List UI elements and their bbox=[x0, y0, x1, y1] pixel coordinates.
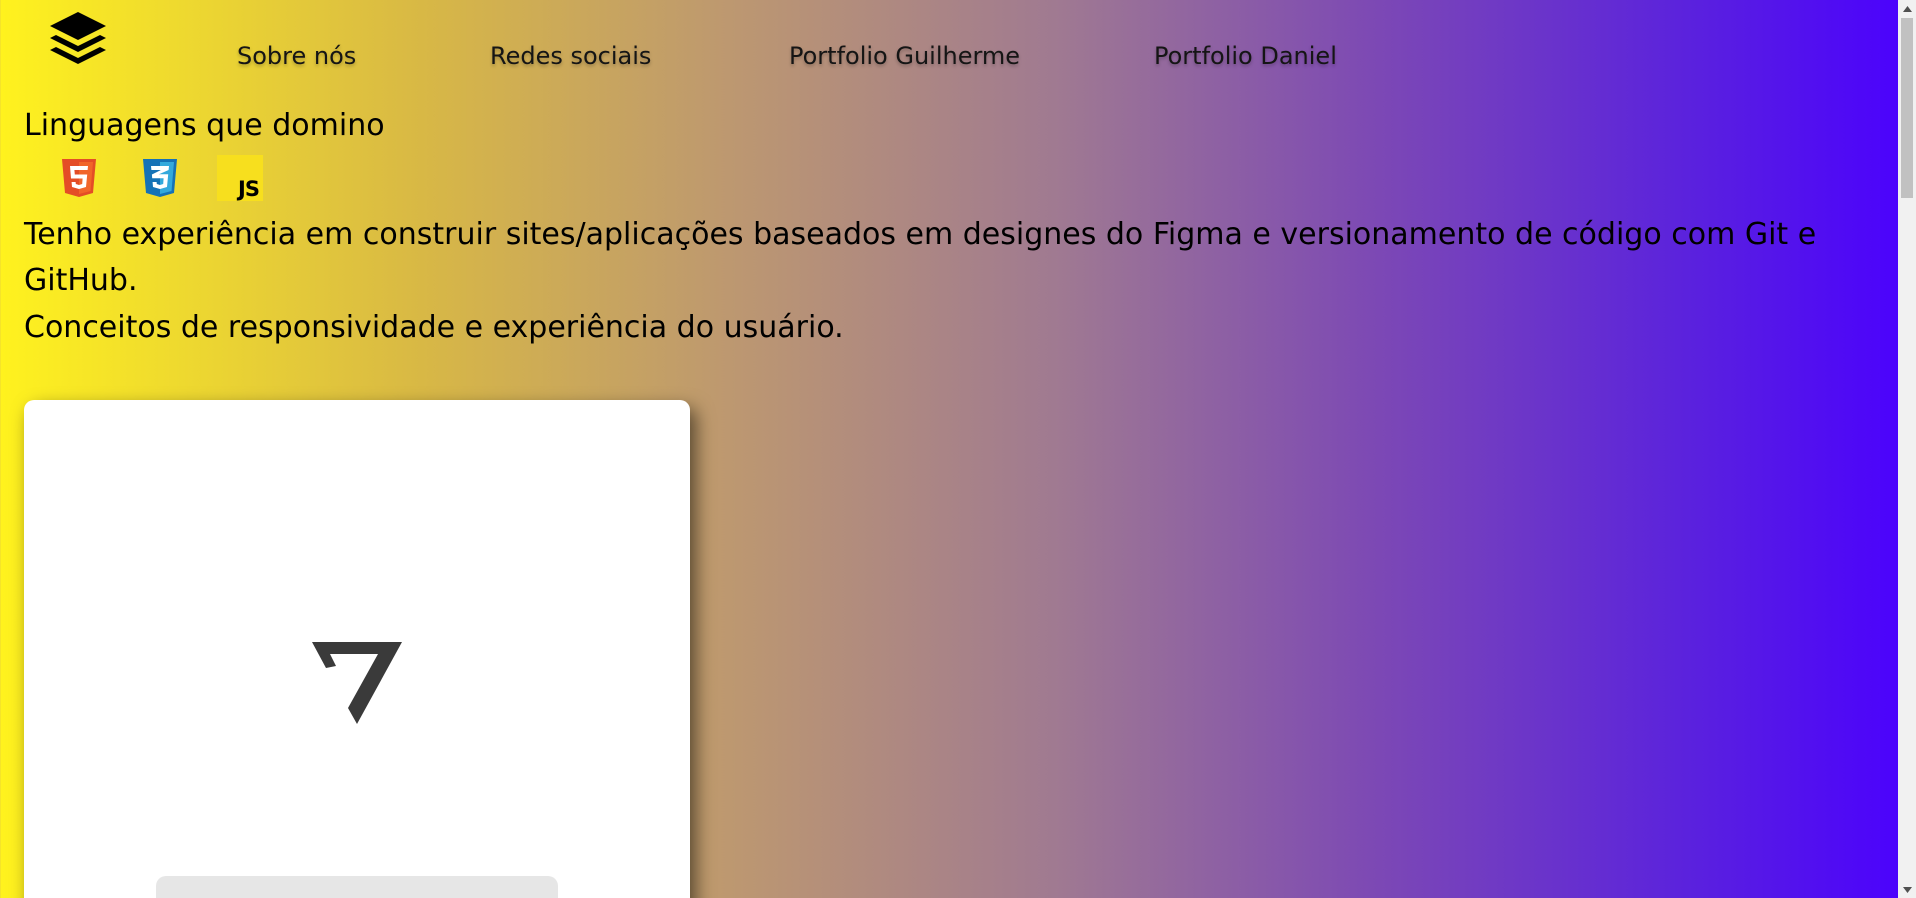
html5-icon bbox=[62, 159, 96, 197]
vercel-v-icon bbox=[312, 642, 402, 724]
main-nav: Sobre nós Redes sociais Portfolio Guilhe… bbox=[0, 42, 1500, 76]
nav-link-portfolio-guilherme[interactable]: Portfolio Guilherme bbox=[789, 42, 1020, 70]
experience-text: Tenho experiência em construir sites/apl… bbox=[24, 217, 1817, 298]
scroll-down-arrow-icon[interactable] bbox=[1898, 881, 1916, 898]
javascript-icon: JS bbox=[217, 155, 263, 201]
project-card[interactable] bbox=[24, 400, 690, 898]
responsiveness-text: Conceitos de responsividade e experiênci… bbox=[24, 310, 844, 345]
vertical-scrollbar[interactable] bbox=[1898, 0, 1916, 898]
scrollbar-thumb[interactable] bbox=[1901, 18, 1913, 198]
nav-link-redes-sociais[interactable]: Redes sociais bbox=[490, 42, 651, 70]
css3-icon bbox=[143, 159, 177, 197]
nav-link-sobre-nos[interactable]: Sobre nós bbox=[237, 42, 356, 70]
languages-heading: Linguagens que domino bbox=[24, 108, 385, 143]
page: Sobre nós Redes sociais Portfolio Guilhe… bbox=[0, 0, 1898, 898]
card-action-bar[interactable] bbox=[156, 876, 558, 898]
js-label: JS bbox=[238, 177, 260, 201]
scroll-up-arrow-icon[interactable] bbox=[1898, 0, 1916, 17]
nav-link-portfolio-daniel[interactable]: Portfolio Daniel bbox=[1154, 42, 1337, 70]
